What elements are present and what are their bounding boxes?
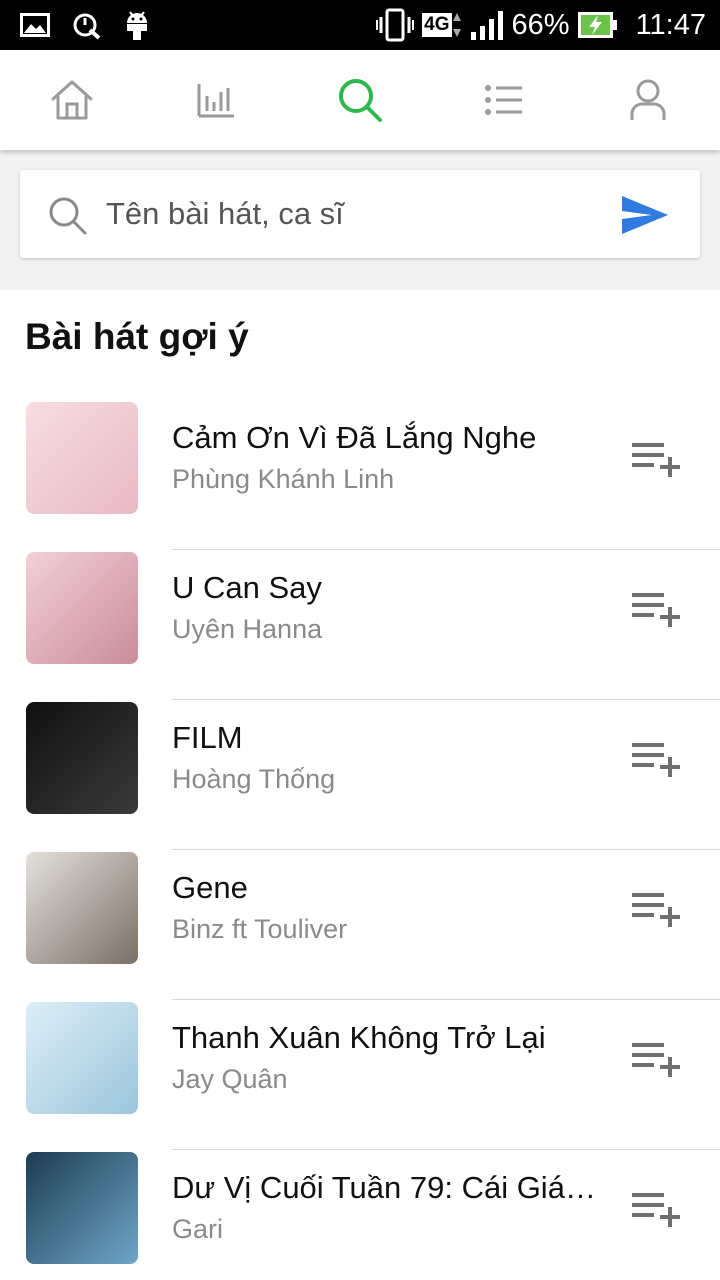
user-icon <box>630 79 666 120</box>
signal-icon <box>470 11 503 40</box>
add-to-playlist-icon[interactable] <box>630 1040 684 1080</box>
song-title: Thanh Xuân Không Trở Lại <box>172 1020 546 1055</box>
song-artist: Gari <box>172 1214 224 1244</box>
album-cover <box>26 552 138 664</box>
send-icon[interactable] <box>620 194 670 236</box>
song-artist: Uyên Hanna <box>172 614 323 644</box>
add-to-playlist-icon[interactable] <box>630 890 684 930</box>
song-row[interactable]: Gene Binz ft Touliver <box>0 850 720 1000</box>
chart-icon <box>197 84 234 118</box>
song-row[interactable]: Cảm Ơn Vì Đã Lắng Nghe Phùng Khánh Linh <box>0 400 720 550</box>
add-to-playlist-icon[interactable] <box>630 740 684 780</box>
song-row[interactable]: Thanh Xuân Không Trở Lại Jay Quân <box>0 1000 720 1150</box>
android-icon <box>127 11 147 40</box>
search-box <box>20 170 700 258</box>
song-artist: Phùng Khánh Linh <box>172 464 395 494</box>
data-saver-icon <box>73 13 101 40</box>
battery-charging-icon <box>577 12 617 38</box>
search-input[interactable] <box>106 170 606 258</box>
gallery-icon <box>20 13 50 37</box>
add-to-playlist-icon[interactable] <box>630 590 684 630</box>
song-title: Gene <box>172 870 248 905</box>
album-cover <box>26 702 138 814</box>
song-list: Cảm Ơn Vì Đã Lắng Nghe Phùng Khánh Linh … <box>0 400 720 1280</box>
song-artist: Hoàng Thống <box>172 764 336 794</box>
album-cover <box>26 1152 138 1264</box>
song-row[interactable]: Dư Vị Cuối Tuần 79: Cái Giá Của Trưởng T… <box>0 1150 720 1280</box>
album-cover <box>26 1002 138 1114</box>
status-bar: 4G 66% 11:47 <box>0 0 720 50</box>
add-to-playlist-icon[interactable] <box>630 1190 684 1230</box>
song-title: FILM <box>172 720 243 755</box>
song-title: U Can Say <box>172 570 322 605</box>
search-icon <box>339 79 382 122</box>
add-to-playlist-icon[interactable] <box>630 440 684 480</box>
vibrate-icon <box>376 8 415 42</box>
album-cover <box>26 852 138 964</box>
song-artist: Binz ft Touliver <box>172 914 348 944</box>
nav-home[interactable] <box>0 50 144 150</box>
nav-user[interactable] <box>576 50 720 150</box>
search-area <box>0 150 720 290</box>
song-row[interactable]: FILM Hoàng Thống <box>0 700 720 850</box>
song-title: Dư Vị Cuối Tuần 79: Cái Giá Của Trưởng T… <box>172 1170 602 1205</box>
section-title: Bài hát gợi ý <box>25 316 249 357</box>
album-cover <box>26 402 138 514</box>
nav-list[interactable] <box>432 50 576 150</box>
nav-chart[interactable] <box>144 50 288 150</box>
top-nav <box>0 50 720 150</box>
list-icon <box>485 85 522 115</box>
song-title: Cảm Ơn Vì Đã Lắng Nghe <box>172 420 537 455</box>
home-icon <box>51 80 93 120</box>
song-row[interactable]: U Can Say Uyên Hanna <box>0 550 720 700</box>
clock: 11:47 <box>635 8 706 41</box>
nav-search[interactable] <box>288 50 432 150</box>
song-artist: Jay Quân <box>172 1064 288 1094</box>
network-badge: 4G <box>422 11 461 39</box>
battery-percent: 66% <box>511 8 570 41</box>
search-field-icon <box>49 197 87 235</box>
